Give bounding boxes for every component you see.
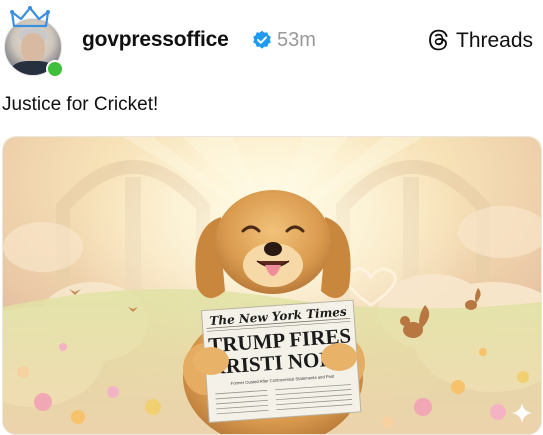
author-avatar-wrap[interactable] [0,6,66,78]
post-illustration: The New York Times TRUMP FIRES KRISTI NO… [3,137,541,434]
avatar-face [21,33,45,63]
threads-label[interactable]: Threads [456,29,533,53]
post-text: Justice for Cricket! [2,94,159,115]
post-image[interactable]: The New York Times TRUMP FIRES KRISTI NO… [2,136,542,435]
threads-logo-icon[interactable] [426,28,450,52]
crown-icon [10,6,50,28]
verified-badge-icon [253,30,271,49]
author-username[interactable]: govpressoffice [82,28,229,52]
sparkle-icon [512,403,532,423]
online-status-dot [46,60,64,78]
post-timestamp: 53m [277,29,316,51]
